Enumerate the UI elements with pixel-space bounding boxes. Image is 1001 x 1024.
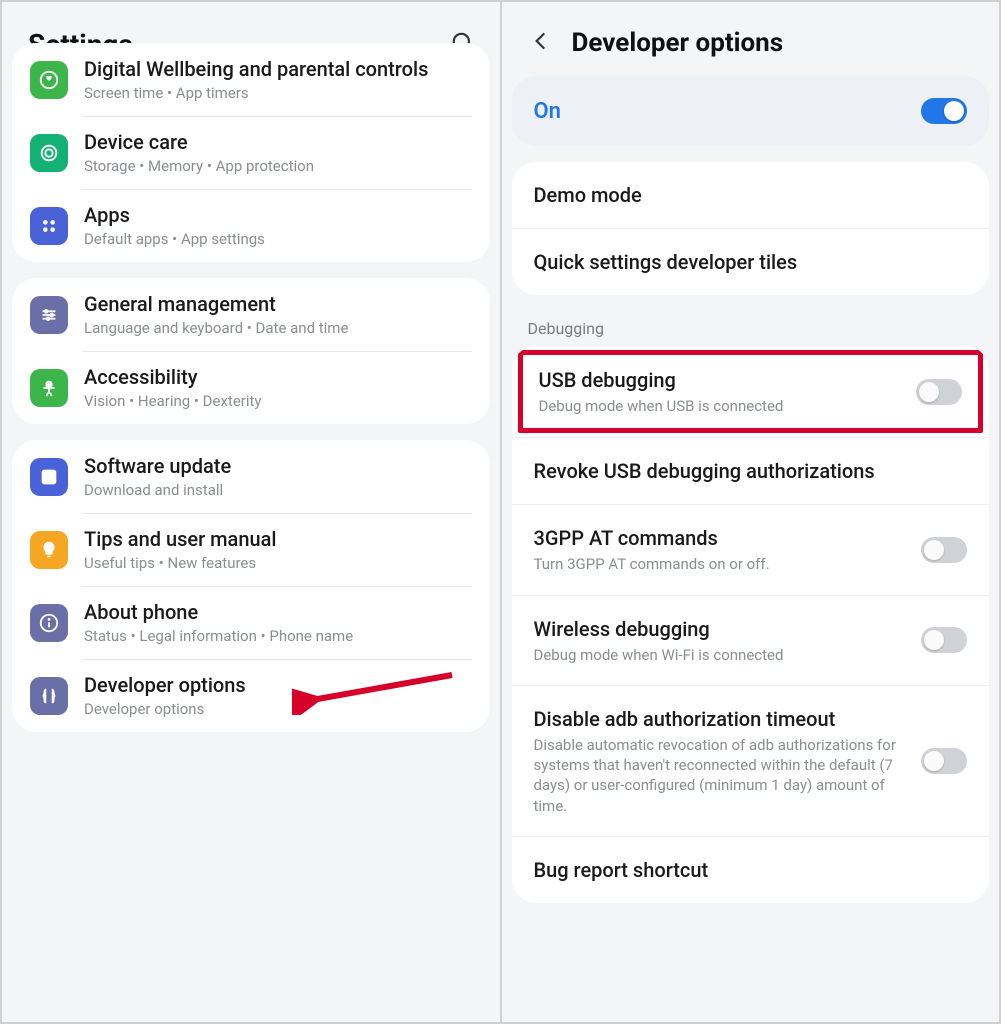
dev-item-title: Bug report shortcut: [534, 857, 968, 883]
toggle-disable-adb-authorization-timeout[interactable]: [921, 748, 967, 774]
section-header-debugging: Debugging: [502, 311, 1000, 346]
dev-item-bug-report-shortcut[interactable]: Bug report shortcut: [512, 836, 990, 903]
target-icon: [30, 134, 68, 172]
dev-item-subtitle: Disable automatic revocation of adb auth…: [534, 735, 906, 816]
item-subtitle: Storage • Memory • App protection: [84, 157, 472, 175]
dev-item-subtitle: Debug mode when Wi-Fi is connected: [534, 645, 906, 665]
dev-item-subtitle: Turn 3GPP AT commands on or off.: [534, 554, 906, 574]
settings-item-about-phone[interactable]: About phone Status • Legal information • …: [12, 586, 490, 659]
dev-item-title: 3GPP AT commands: [534, 525, 906, 551]
item-title: General management: [84, 292, 472, 317]
dev-item-revoke-usb-debugging-authorizations[interactable]: Revoke USB debugging authorizations: [512, 437, 990, 504]
dev-section-general: Demo mode Quick settings developer tiles: [512, 162, 990, 295]
sliders-icon: [30, 296, 68, 334]
dev-item-title: Disable adb authorization timeout: [534, 706, 906, 732]
item-subtitle: Developer options: [84, 700, 472, 718]
bulb-icon: [30, 531, 68, 569]
dev-item-quick-settings-developer-tiles[interactable]: Quick settings developer tiles: [512, 228, 990, 295]
toggle-usb-debugging[interactable]: [916, 379, 962, 405]
item-title: Apps: [84, 203, 472, 228]
item-title: Software update: [84, 454, 472, 479]
settings-group: General management Language and keyboard …: [12, 278, 490, 424]
dev-item-title: Revoke USB debugging authorizations: [534, 458, 968, 484]
settings-item-software-update[interactable]: Software update Download and install: [12, 440, 490, 513]
master-toggle-row[interactable]: On: [512, 76, 990, 146]
toggle-wireless-debugging[interactable]: [921, 627, 967, 653]
info-icon: [30, 604, 68, 642]
master-toggle[interactable]: [921, 98, 967, 124]
item-subtitle: Default apps • App settings: [84, 230, 472, 248]
braces-icon: [30, 677, 68, 715]
item-title: Device care: [84, 130, 472, 155]
item-subtitle: Screen time • App timers: [84, 84, 472, 102]
settings-item-accessibility[interactable]: Accessibility Vision • Hearing • Dexterit…: [12, 351, 490, 424]
item-title: About phone: [84, 600, 472, 625]
dev-item-disable-adb-authorization-timeout[interactable]: Disable adb authorization timeout Disable…: [512, 685, 990, 836]
item-title: Digital Wellbeing and parental controls: [84, 57, 472, 82]
person-icon: [30, 369, 68, 407]
master-toggle-label: On: [534, 99, 561, 124]
dev-header: Developer options: [502, 2, 1000, 76]
settings-item-apps[interactable]: Apps Default apps • App settings: [12, 189, 490, 262]
dev-item-title: USB debugging: [539, 367, 901, 393]
settings-content: Digital Wellbeing and parental controlsS…: [2, 79, 500, 748]
heart-icon: [30, 61, 68, 99]
settings-item-general-management[interactable]: General management Language and keyboard …: [12, 278, 490, 351]
dev-item-3gpp-at-commands[interactable]: 3GPP AT commands Turn 3GPP AT commands on…: [512, 504, 990, 594]
dev-item-subtitle: Debug mode when USB is connected: [539, 396, 901, 416]
settings-item-device-care[interactable]: Device care Storage • Memory • App protec…: [12, 116, 490, 189]
download-icon: [30, 458, 68, 496]
back-icon[interactable]: [528, 28, 554, 58]
dev-item-demo-mode[interactable]: Demo mode: [512, 162, 990, 228]
item-title: Accessibility: [84, 365, 472, 390]
grid-icon: [30, 207, 68, 245]
item-title: Developer options: [84, 673, 472, 698]
dev-item-title: Wireless debugging: [534, 616, 906, 642]
item-title: Tips and user manual: [84, 527, 472, 552]
settings-screen: Settings Digital Wellbeing and parental …: [2, 2, 500, 1022]
settings-item-digital-wellbeing-and-parental-controls[interactable]: Digital Wellbeing and parental controls S…: [12, 43, 490, 116]
dev-item-usb-debugging[interactable]: USB debugging Debug mode when USB is conn…: [518, 350, 984, 433]
item-subtitle: Useful tips • New features: [84, 554, 472, 572]
item-subtitle: Status • Legal information • Phone name: [84, 627, 472, 645]
dev-item-title: Demo mode: [534, 182, 968, 208]
item-subtitle: Vision • Hearing • Dexterity: [84, 392, 472, 410]
settings-group: Software update Download and install Tips …: [12, 440, 490, 732]
dev-item-wireless-debugging[interactable]: Wireless debugging Debug mode when Wi-Fi …: [512, 595, 990, 685]
dev-section-debugging: USB debugging Debug mode when USB is conn…: [512, 346, 990, 903]
dev-item-title: Quick settings developer tiles: [534, 249, 968, 275]
toggle-3gpp-at-commands[interactable]: [921, 537, 967, 563]
page-title: Developer options: [572, 28, 976, 58]
settings-item-tips-and-user-manual[interactable]: Tips and user manual Useful tips • New fe…: [12, 513, 490, 586]
developer-options-screen: Developer options On Demo mode Quick sett…: [502, 2, 1000, 1022]
settings-group: Digital Wellbeing and parental controls S…: [12, 43, 490, 262]
item-subtitle: Download and install: [84, 481, 472, 499]
item-subtitle: Language and keyboard • Date and time: [84, 319, 472, 337]
settings-item-developer-options[interactable]: Developer options Developer options: [12, 659, 490, 732]
